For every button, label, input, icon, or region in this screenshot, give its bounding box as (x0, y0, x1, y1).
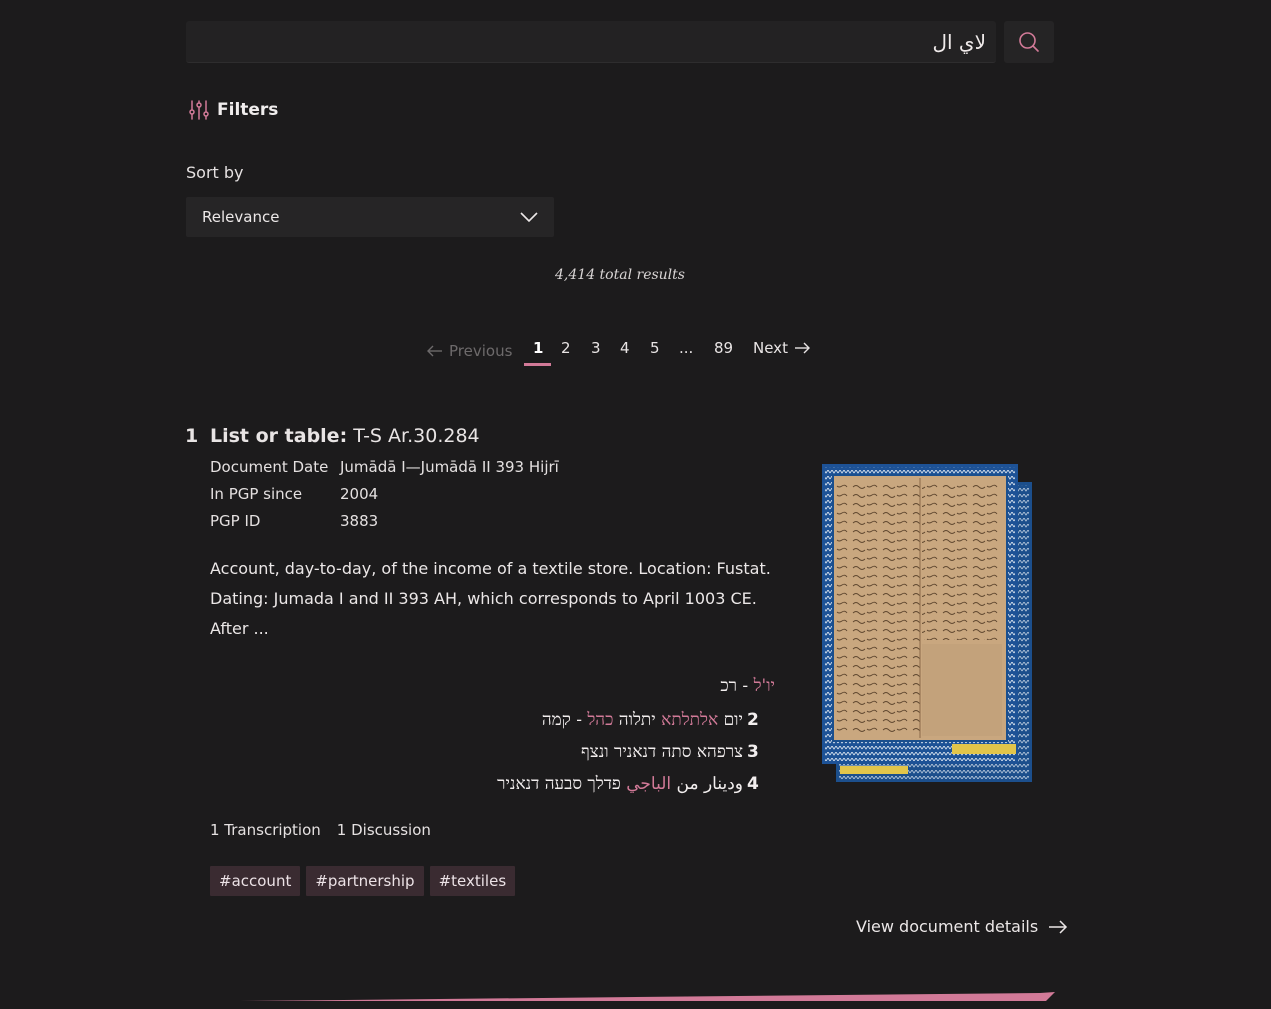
search-input[interactable] (186, 21, 996, 63)
search-highlight: الباجي (626, 774, 672, 794)
transcription-text: פדלך סבעה דנאניר (497, 774, 627, 794)
result-title[interactable]: List or table: T-S Ar.30.284 (210, 425, 480, 447)
meta-row: In PGP since 2004 (210, 485, 559, 512)
pagination: Previous 1 2 3 4 5 ... 89 Next (0, 339, 1271, 369)
transcription-line: יו'ל - רכ (720, 676, 775, 696)
transcription-line: 3צרפהא סתה דנאניר ונצף (581, 742, 775, 762)
transcription-line: 2יום אלתלתא יתלוה כהל - קמה (542, 710, 775, 730)
transcription-text: ودينار من (671, 774, 744, 794)
sort-label: Sort by (186, 163, 244, 182)
sort-selected-value: Relevance (202, 208, 280, 226)
result-index: 1 (185, 425, 199, 447)
meta-value: 3883 (340, 512, 379, 530)
document-thumbnail[interactable] (822, 464, 1032, 782)
transcription-text: יתלוה (613, 710, 662, 730)
arrow-right-icon (794, 342, 810, 354)
page-2-link[interactable]: 2 (561, 339, 571, 357)
sliders-icon (189, 100, 209, 120)
transcription-text: צרפהא סתה דנאניר ונצף (580, 742, 743, 762)
search-highlight: כהל (587, 710, 614, 730)
transcription-text: - רכ (720, 676, 754, 696)
meta-value: 2004 (340, 485, 379, 503)
result-description: Account, day-to-day, of the income of a … (210, 559, 771, 638)
page-4-link[interactable]: 4 (620, 339, 630, 357)
page-1-link[interactable]: 1 (533, 339, 543, 357)
discussion-count: 1 Discussion (336, 821, 431, 839)
filters-label: Filters (217, 100, 279, 120)
meta-key: In PGP since (210, 485, 303, 503)
line-number: 2 (747, 710, 759, 730)
result-metadata: Document Date Jumādā I—Jumādā II 393 Hij… (210, 458, 559, 539)
result-counts: 1 Transcription 1 Discussion (210, 821, 431, 839)
page-89-link[interactable]: 89 (714, 339, 733, 357)
previous-page-link[interactable]: Previous (427, 342, 512, 360)
result-shelfmark: T-S Ar.30.284 (353, 425, 480, 447)
search-bar (186, 21, 1054, 63)
transcription-text: - קמה (541, 710, 588, 730)
tag-account[interactable]: #account (210, 866, 301, 896)
page-3-link[interactable]: 3 (591, 339, 601, 357)
meta-row: Document Date Jumādā I—Jumādā II 393 Hij… (210, 458, 559, 485)
search-button[interactable] (1004, 21, 1054, 63)
meta-value: Jumādā I—Jumādā II 393 Hijrī (340, 458, 559, 476)
meta-row: PGP ID 3883 (210, 512, 559, 539)
search-highlight: יו'ל (753, 676, 775, 696)
tag-partnership[interactable]: #partnership (306, 866, 424, 896)
transcription-line: 4ودينار من الباجي פדלך סבעה דנאניר (497, 774, 775, 794)
view-document-details-link[interactable]: View document details (856, 917, 1068, 936)
next-label: Next (753, 339, 788, 357)
previous-label: Previous (449, 342, 513, 360)
result-doc-type: List or table: (210, 425, 348, 447)
current-page-indicator (524, 363, 551, 366)
transcription-count: 1 Transcription (210, 821, 321, 839)
arrow-right-icon (1049, 919, 1068, 934)
line-number: 3 (747, 742, 759, 762)
line-number: 4 (747, 774, 759, 794)
meta-key: Document Date (210, 458, 329, 476)
result-divider (240, 992, 1055, 1001)
filters-toggle[interactable]: Filters (188, 99, 278, 121)
search-highlight: אלתלתא (661, 710, 719, 730)
tag-list: #account #partnership #textiles (210, 866, 516, 896)
sort-select[interactable]: Relevance (186, 197, 554, 237)
search-icon (1019, 32, 1039, 52)
arrow-left-icon (427, 345, 442, 357)
details-label: View document details (856, 917, 1039, 936)
page-5-link[interactable]: 5 (650, 339, 660, 357)
meta-key: PGP ID (210, 512, 261, 530)
page-ellipsis: ... (679, 339, 694, 357)
chevron-down-icon (520, 212, 538, 223)
transcription-text: יום (718, 710, 743, 730)
tag-textiles[interactable]: #textiles (429, 866, 516, 896)
manuscript-image (822, 464, 1032, 782)
next-page-link[interactable]: Next (753, 339, 810, 357)
total-results: 4,414 total results (555, 267, 685, 283)
